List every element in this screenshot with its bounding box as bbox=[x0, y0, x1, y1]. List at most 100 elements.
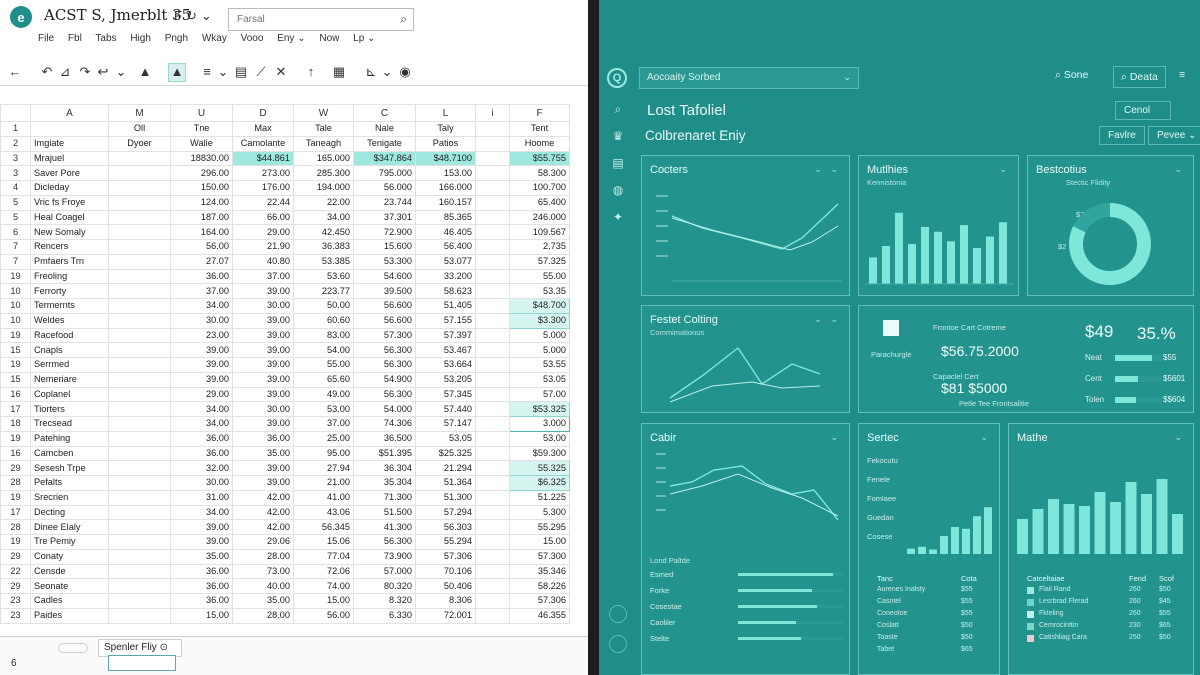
data-cell[interactable]: Hoome bbox=[509, 135, 570, 152]
search-field[interactable]: ⌕ bbox=[228, 8, 414, 31]
search-icon[interactable]: ⌕ bbox=[609, 100, 627, 118]
row-number[interactable]: 10 bbox=[0, 312, 31, 329]
data-cell[interactable] bbox=[108, 386, 171, 403]
data-cell[interactable]: 33.200 bbox=[415, 268, 476, 285]
data-cell[interactable]: $6.325 bbox=[509, 475, 570, 491]
row-label-cell[interactable]: Imgiate bbox=[30, 135, 109, 152]
data-cell[interactable]: 39.00 bbox=[170, 357, 233, 373]
column-header[interactable]: C bbox=[353, 104, 416, 122]
data-cell[interactable] bbox=[475, 460, 510, 476]
data-cell[interactable]: 53.300 bbox=[353, 253, 416, 270]
data-cell[interactable]: 36.00 bbox=[232, 430, 294, 447]
row-label-cell[interactable]: Cadles bbox=[30, 593, 109, 609]
row-number[interactable]: 28 bbox=[0, 519, 31, 535]
data-cell[interactable]: 35.00 bbox=[232, 445, 294, 462]
data-cell[interactable]: Oll bbox=[108, 121, 171, 137]
row-label-cell[interactable]: Conaty bbox=[30, 548, 109, 565]
data-cell[interactable] bbox=[475, 342, 510, 358]
data-cell[interactable]: 39.00 bbox=[232, 283, 294, 299]
table-row[interactable]: 4 Dicleday 150.00 176.00 194.000 56.000 166.00… bbox=[0, 180, 570, 196]
search-icon[interactable]: ⌕ bbox=[400, 12, 407, 27]
data-cell[interactable] bbox=[108, 548, 171, 565]
data-cell[interactable]: 56.345 bbox=[293, 519, 354, 535]
data-cell[interactable]: 35.346 bbox=[509, 563, 570, 580]
data-cell[interactable]: 83.00 bbox=[293, 327, 354, 344]
data-cell[interactable]: 15.06 bbox=[293, 534, 354, 550]
data-cell[interactable] bbox=[475, 504, 510, 521]
data-cell[interactable]: $51.395 bbox=[353, 445, 416, 462]
data-cell[interactable]: 28.00 bbox=[232, 548, 294, 565]
data-cell[interactable]: 55.295 bbox=[509, 519, 570, 535]
row-number[interactable]: 3 bbox=[0, 150, 31, 167]
menu-item-7[interactable]: Vooo bbox=[241, 33, 264, 44]
data-cell[interactable]: Tale bbox=[293, 121, 354, 137]
data-cell[interactable]: 55.325 bbox=[509, 460, 570, 476]
table-row[interactable]: 1 Oll Tne Max Tale Nale Taly Tent bbox=[0, 121, 570, 137]
data-cell[interactable]: 46.405 bbox=[415, 224, 476, 240]
row-number[interactable]: 19 bbox=[0, 268, 31, 285]
row-label-cell[interactable]: Trecsead bbox=[30, 416, 109, 432]
row-number[interactable]: 17 bbox=[0, 401, 31, 417]
data-cell[interactable]: 36.383 bbox=[293, 239, 354, 255]
data-cell[interactable] bbox=[108, 416, 171, 432]
data-cell[interactable]: 21.00 bbox=[293, 475, 354, 491]
data-cell[interactable] bbox=[108, 563, 171, 580]
table-row[interactable]: 2 Imgiate Dyoer Walie Camolante Taneagh Teniga… bbox=[0, 135, 570, 152]
data-cell[interactable]: 25.00 bbox=[293, 430, 354, 447]
data-cell[interactable] bbox=[108, 253, 171, 270]
undo-icon[interactable]: ↶ bbox=[38, 64, 56, 80]
data-cell[interactable]: 34.00 bbox=[170, 504, 233, 521]
data-cell[interactable]: 160.157 bbox=[415, 194, 476, 211]
table-row[interactable]: 19 Patehing 36.00 36.00 25.00 36.500 53.05 53.0… bbox=[0, 430, 570, 447]
row-label-cell[interactable]: Vric fs Froye bbox=[30, 194, 109, 211]
data-cell[interactable] bbox=[475, 224, 510, 240]
table-row[interactable]: 5 Vric fs Froye 124.00 22.44 22.00 23.744 160.… bbox=[0, 194, 570, 211]
data-cell[interactable] bbox=[475, 165, 510, 181]
column-header[interactable]: A bbox=[30, 104, 109, 122]
data-cell[interactable]: 36.00 bbox=[170, 593, 233, 609]
data-cell[interactable]: 50.406 bbox=[415, 578, 476, 594]
data-cell[interactable]: $55.755 bbox=[509, 150, 570, 167]
cancel-button[interactable]: Cenol bbox=[1115, 101, 1171, 120]
data-cell[interactable]: 56.600 bbox=[353, 298, 416, 314]
card-beststrits[interactable]: Bestcotius Stectic Flidity ⌄ $75 $2 bbox=[1027, 155, 1194, 296]
row-number[interactable]: 19 bbox=[0, 357, 31, 373]
data-cell[interactable] bbox=[475, 563, 510, 580]
data-cell[interactable]: 5.300 bbox=[509, 504, 570, 521]
data-cell[interactable]: 41.00 bbox=[293, 489, 354, 506]
data-cell[interactable]: 150.00 bbox=[170, 180, 233, 196]
data-cell[interactable]: 56.600 bbox=[353, 312, 416, 329]
data-cell[interactable] bbox=[475, 121, 510, 137]
data-cell[interactable]: 18830.00 bbox=[170, 150, 233, 167]
data-cell[interactable]: 57.000 bbox=[353, 563, 416, 580]
data-cell[interactable]: 21.90 bbox=[232, 239, 294, 255]
data-cell[interactable]: 153.00 bbox=[415, 165, 476, 181]
data-cell[interactable]: 23.00 bbox=[170, 327, 233, 344]
data-cell[interactable]: 36.00 bbox=[170, 268, 233, 285]
menu-item-3[interactable]: Tabs bbox=[95, 33, 116, 44]
refresh-icon[interactable]: ↻ bbox=[186, 8, 201, 23]
text-color-icon[interactable]: ▲ bbox=[168, 63, 186, 82]
table-row[interactable]: 23 Cadles 36.00 35.00 15.00 8.320 8.306 57.306 bbox=[0, 593, 570, 609]
data-cell[interactable]: 34.00 bbox=[293, 209, 354, 226]
data-cell[interactable]: 187.00 bbox=[170, 209, 233, 226]
workspace-dropdown[interactable]: Aocoaity Sorbed ⌄ bbox=[639, 67, 859, 89]
data-cell[interactable]: 15.00 bbox=[293, 593, 354, 609]
data-cell[interactable]: 30.00 bbox=[170, 312, 233, 329]
data-cell[interactable] bbox=[108, 342, 171, 358]
data-cell[interactable]: Taneagh bbox=[293, 135, 354, 152]
data-search-button[interactable]: ⌕ Deata bbox=[1113, 66, 1166, 88]
row-label-cell[interactable]: Mrajuel bbox=[30, 150, 109, 167]
row-label-cell[interactable]: Heal Coagel bbox=[30, 209, 109, 226]
data-cell[interactable]: 795.000 bbox=[353, 165, 416, 181]
data-cell[interactable]: 56.300 bbox=[353, 386, 416, 403]
data-cell[interactable]: 28.00 bbox=[232, 607, 294, 624]
table-row[interactable]: 10 Termernts 34.00 30.00 50.00 56.600 51.405 $4… bbox=[0, 298, 570, 314]
data-cell[interactable]: 36.00 bbox=[170, 430, 233, 447]
card-cabir[interactable]: Cabir ⌄ Lond Paltde Esmed Forke Cosestae Ca… bbox=[641, 423, 850, 675]
row-number[interactable]: 1 bbox=[0, 121, 31, 137]
data-cell[interactable] bbox=[108, 150, 171, 167]
table-row[interactable]: 17 Tiorters 34.00 30.00 53.00 54.000 57.440 $53… bbox=[0, 401, 570, 417]
data-cell[interactable]: 58.226 bbox=[509, 578, 570, 594]
row-number[interactable]: 15 bbox=[0, 371, 31, 388]
